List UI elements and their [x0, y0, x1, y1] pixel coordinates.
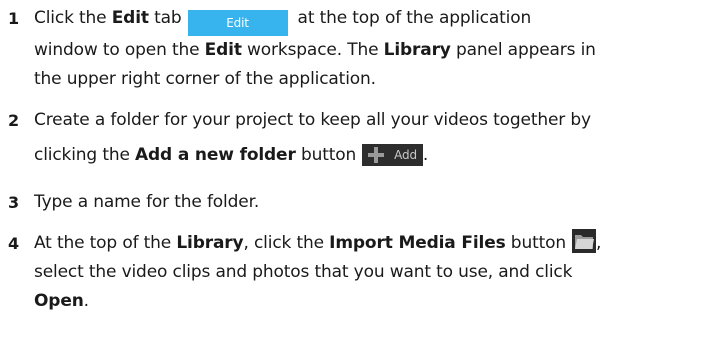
text-run: Click the	[34, 8, 112, 28]
plus-icon	[368, 147, 385, 163]
ui-term: Library	[383, 40, 451, 60]
text-line: clicking the Add a new folder button Add.	[34, 141, 713, 170]
ui-term: Edit	[204, 40, 242, 60]
text-run: button	[505, 233, 566, 253]
add-button-label: Add	[394, 147, 417, 162]
folder-icon	[574, 235, 594, 249]
import-media-files-button[interactable]	[571, 229, 596, 253]
ui-term: Library	[176, 233, 244, 253]
ui-term: Import Media Files	[329, 233, 506, 253]
step-number: 1	[8, 9, 19, 28]
text-line: Click the Edit tab Edit at the top of the …	[34, 4, 713, 36]
text-run: window to open the	[34, 40, 205, 60]
step-number: 3	[8, 193, 19, 212]
text-run: panel appears in	[450, 40, 596, 60]
step-text: At the top of the Library, click the Imp…	[34, 229, 713, 316]
text-run: At the top of the	[34, 233, 177, 253]
text-run: .	[83, 291, 89, 311]
step-text: Create a folder for your project to keep…	[34, 106, 713, 170]
text-run: .	[422, 145, 429, 165]
text-line: the upper right corner of the applicatio…	[34, 65, 713, 94]
step-text: Click the Edit tab Edit at the top of the …	[34, 4, 713, 94]
text-run: the upper right corner of the applicatio…	[34, 69, 376, 89]
text-run: workspace. The	[241, 40, 384, 60]
step-text: Type a name for the folder.	[34, 188, 713, 217]
text-line: Open.	[34, 287, 713, 316]
text-run: clicking the	[34, 145, 136, 165]
text-line: Create a folder for your project to keep…	[34, 106, 713, 135]
add-folder-button[interactable]: Add	[362, 144, 423, 166]
text-line: window to open the Edit workspace. The L…	[34, 36, 713, 65]
ui-term: Open	[34, 291, 84, 311]
text-run: ,	[595, 233, 602, 253]
step-number: 2	[8, 111, 19, 130]
text-run: tab	[148, 8, 182, 28]
text-line: Type a name for the folder.	[34, 188, 713, 217]
text-run: button	[295, 145, 357, 165]
step-number: 4	[8, 234, 19, 253]
text-run: at the top of the application	[297, 8, 532, 28]
text-line: At the top of the Library, click the Imp…	[34, 229, 713, 258]
text-run: select the video clips and photos that y…	[34, 262, 573, 282]
ui-term: Add a new folder	[135, 145, 296, 165]
ui-term: Edit	[111, 8, 149, 28]
text-line: select the video clips and photos that y…	[34, 258, 713, 287]
edit-tab-button[interactable]: Edit	[187, 10, 288, 36]
text-run: Type a name for the folder.	[34, 192, 260, 212]
text-run: , click the	[243, 233, 330, 253]
text-run: Create a folder for your project to keep…	[34, 110, 591, 130]
